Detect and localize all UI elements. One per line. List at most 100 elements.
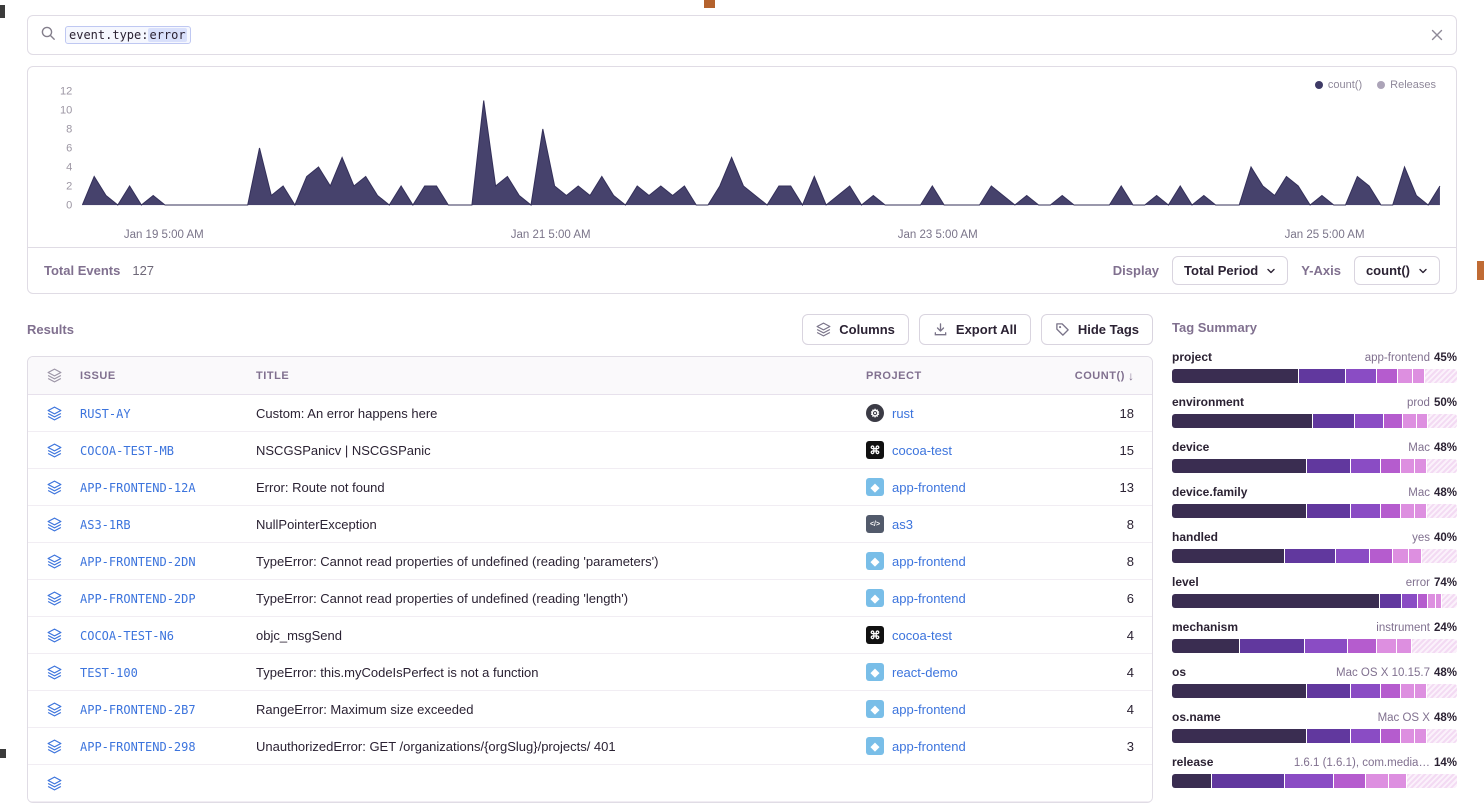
project-link[interactable]: cocoa-test <box>892 443 952 458</box>
column-header-project[interactable]: PROJECT <box>866 370 1064 382</box>
tag-bar-segment <box>1413 369 1424 383</box>
tag-top-percent: 48% <box>1434 442 1457 454</box>
count-value: 4 <box>1064 665 1152 680</box>
tag-icon <box>1055 322 1070 337</box>
project-link[interactable]: cocoa-test <box>892 628 952 643</box>
project-link[interactable]: app-frontend <box>892 739 966 754</box>
tag-bar-segment-other <box>1442 594 1457 608</box>
tag-bar-segment-other <box>1422 549 1457 563</box>
tag-top-value: prod <box>1407 397 1430 409</box>
tag-distribution-bar[interactable] <box>1172 414 1457 428</box>
tag-name: device.family <box>1172 485 1247 499</box>
project-link[interactable]: app-frontend <box>892 554 966 569</box>
issue-link[interactable]: APP-FRONTEND-2DP <box>80 592 196 606</box>
events-area-chart[interactable]: 121086420 <box>36 77 1448 225</box>
hide-tags-button[interactable]: Hide Tags <box>1041 314 1153 345</box>
issue-stack-icon[interactable] <box>28 739 80 754</box>
display-select[interactable]: Total Period <box>1172 256 1288 285</box>
issue-link[interactable]: APP-FRONTEND-2B7 <box>80 703 196 717</box>
tag-name: environment <box>1172 395 1244 409</box>
count-value: 13 <box>1064 480 1152 495</box>
tag-bar-segment <box>1366 774 1388 788</box>
tag-distribution-bar[interactable] <box>1172 594 1457 608</box>
chevron-down-icon <box>1266 266 1276 276</box>
tag-bar-segment-other <box>1407 774 1457 788</box>
column-header-title[interactable]: TITLE <box>256 370 866 382</box>
table-body: RUST-AYCustom: An error happens here⚙rus… <box>28 395 1152 802</box>
tag-top-percent: 74% <box>1434 577 1457 589</box>
tag-bar-segment <box>1401 729 1414 743</box>
tag-bar-segment <box>1351 459 1380 473</box>
column-header-issue[interactable]: ISSUE <box>80 370 256 382</box>
issue-link[interactable]: COCOA-TEST-N6 <box>80 629 174 643</box>
issue-link[interactable]: APP-FRONTEND-12A <box>80 481 196 495</box>
project-platform-icon: ◆ <box>866 700 884 718</box>
project-link[interactable]: app-frontend <box>892 702 966 717</box>
tag-distribution-bar[interactable] <box>1172 774 1457 788</box>
tag-bar-segment <box>1172 684 1306 698</box>
tag-bar-segment <box>1415 729 1425 743</box>
tag-bar-segment <box>1384 414 1402 428</box>
tag-bar-segment <box>1397 639 1412 653</box>
tag-distribution-bar[interactable] <box>1172 639 1457 653</box>
issue-stack-icon[interactable] <box>28 406 80 421</box>
issue-title: TypeError: this.myCodeIsPerfect is not a… <box>256 665 866 680</box>
tag-distribution-bar[interactable] <box>1172 729 1457 743</box>
issue-link[interactable]: COCOA-TEST-MB <box>80 444 174 458</box>
chevron-down-icon <box>1418 266 1428 276</box>
tag-distribution-bar[interactable] <box>1172 684 1457 698</box>
project-link[interactable]: as3 <box>892 517 913 532</box>
tag-top-percent: 48% <box>1434 667 1457 679</box>
issue-stack-icon[interactable] <box>28 591 80 606</box>
issue-stack-icon[interactable] <box>28 665 80 680</box>
issue-stack-icon[interactable] <box>28 702 80 717</box>
export-all-button[interactable]: Export All <box>919 314 1031 345</box>
tag-bar-segment <box>1381 729 1400 743</box>
count-value: 4 <box>1064 702 1152 717</box>
tag-bar-segment <box>1381 504 1400 518</box>
table-header-row: ISSUE TITLE PROJECT COUNT()↓ <box>28 357 1152 395</box>
project-link[interactable]: app-frontend <box>892 480 966 495</box>
legend-item-count[interactable]: count() <box>1315 79 1362 91</box>
project-link[interactable]: app-frontend <box>892 591 966 606</box>
issue-stack-icon[interactable] <box>28 554 80 569</box>
tag-top-value: yes <box>1412 532 1430 544</box>
issue-link[interactable]: APP-FRONTEND-2DN <box>80 555 196 569</box>
close-icon[interactable] <box>1430 28 1444 42</box>
tag-bar-segment <box>1172 549 1284 563</box>
issue-link[interactable]: RUST-AY <box>80 407 131 421</box>
tag-distribution-bar[interactable] <box>1172 549 1457 563</box>
display-label: Display <box>1113 263 1159 278</box>
issue-stack-icon[interactable] <box>28 628 80 643</box>
tag-bar-segment <box>1348 639 1376 653</box>
tag-distribution-bar[interactable] <box>1172 369 1457 383</box>
search-input[interactable]: event.type:error <box>27 15 1457 55</box>
issue-link[interactable]: AS3-1RB <box>80 518 131 532</box>
project-platform-icon: ⌘ <box>866 626 884 644</box>
issue-stack-icon[interactable] <box>28 480 80 495</box>
tag-distribution-bar[interactable] <box>1172 459 1457 473</box>
y-axis-select[interactable]: count() <box>1354 256 1440 285</box>
stack-column-icon <box>28 368 80 383</box>
x-axis-tick-label: Jan 19 5:00 AM <box>124 229 204 241</box>
issue-link[interactable]: APP-FRONTEND-298 <box>80 740 196 754</box>
project-link[interactable]: react-demo <box>892 665 958 680</box>
results-table: ISSUE TITLE PROJECT COUNT()↓ RUST-AYCust… <box>27 356 1153 803</box>
legend-item-releases[interactable]: Releases <box>1377 79 1436 91</box>
columns-button[interactable]: Columns <box>802 314 909 345</box>
issue-link[interactable]: TEST-100 <box>80 666 138 680</box>
tag-bar-segment <box>1409 549 1421 563</box>
tag-summary-item: device.familyMac48% <box>1172 485 1457 518</box>
issue-stack-icon[interactable] <box>28 776 80 791</box>
tag-distribution-bar[interactable] <box>1172 504 1457 518</box>
tag-bar-segment <box>1403 414 1416 428</box>
issue-stack-icon[interactable] <box>28 443 80 458</box>
column-header-count[interactable]: COUNT()↓ <box>1064 369 1152 383</box>
sort-desc-icon: ↓ <box>1128 369 1134 383</box>
project-platform-icon: ◆ <box>866 478 884 496</box>
issue-stack-icon[interactable] <box>28 517 80 532</box>
tag-bar-segment <box>1417 414 1427 428</box>
issue-title: NSCGSPanicv | NSCGSPanic <box>256 443 866 458</box>
project-link[interactable]: rust <box>892 406 914 421</box>
screen-artifact <box>0 749 6 758</box>
